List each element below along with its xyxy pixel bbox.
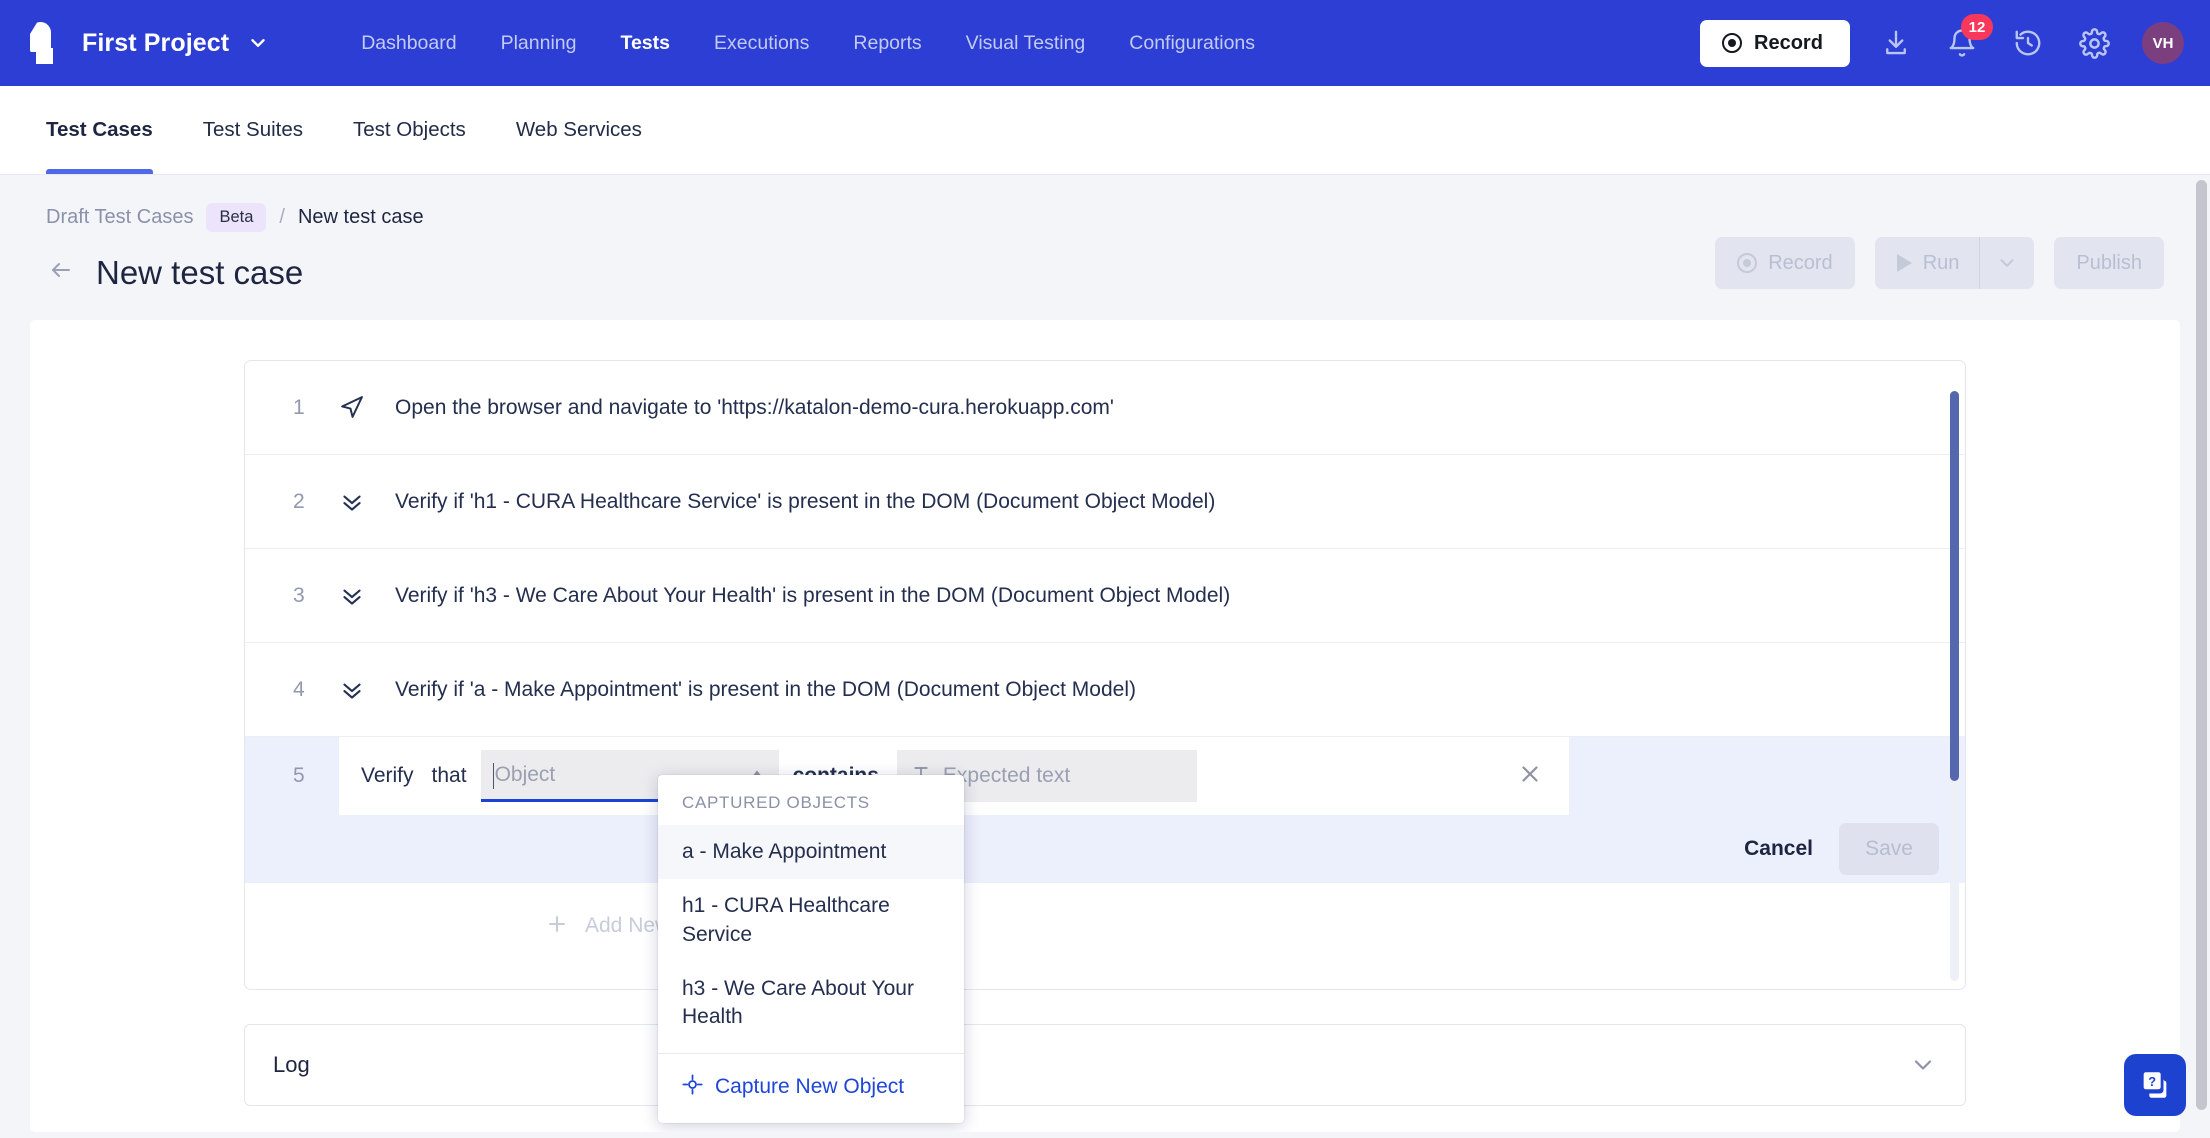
capture-new-object-button[interactable]: Capture New Object — [658, 1054, 964, 1123]
top-nav-actions: Record 12 VH — [1700, 14, 2184, 67]
nav-link-executions[interactable]: Executions — [714, 32, 809, 55]
step-description: Verify if 'h3 - We Care About Your Healt… — [395, 583, 1231, 607]
gear-icon[interactable] — [2074, 23, 2114, 63]
record-test-button[interactable]: Record — [1715, 237, 1855, 289]
chevron-down-icon[interactable] — [247, 32, 269, 54]
publish-button-label: Publish — [2076, 251, 2142, 274]
keyword-that: that — [431, 764, 467, 787]
breadcrumb: Draft Test Cases Beta / New test case — [46, 203, 2164, 232]
tab-test-objects[interactable]: Test Objects — [353, 86, 466, 174]
run-button-group[interactable]: Run — [1874, 237, 2035, 289]
record-dot-icon — [1737, 253, 1758, 273]
object-select-placeholder: Object — [494, 762, 556, 786]
page-scrollbar-thumb[interactable] — [2196, 180, 2207, 1110]
dropdown-item-make-appointment[interactable]: a - Make Appointment — [658, 825, 964, 880]
nav-link-reports[interactable]: Reports — [853, 32, 921, 55]
module-tab-bar: Test Cases Test Suites Test Objects Web … — [0, 86, 2210, 175]
close-icon[interactable] — [1517, 761, 1543, 792]
test-step-editor-row: 5 Verify that Object contains — [245, 737, 1965, 883]
publish-button[interactable]: Publish — [2054, 237, 2164, 289]
captured-objects-dropdown: CAPTURED OBJECTS a - Make Appointment h1… — [658, 775, 964, 1123]
record-dot-icon — [1722, 33, 1742, 53]
log-panel[interactable]: Log — [244, 1024, 1966, 1106]
back-arrow-icon[interactable] — [46, 258, 76, 288]
chevron-down-icon[interactable] — [1909, 1051, 1937, 1079]
clock-history-icon[interactable] — [2008, 23, 2048, 63]
step-number: 5 — [293, 764, 305, 787]
bell-icon[interactable]: 12 — [1942, 14, 1993, 63]
save-button[interactable]: Save — [1839, 823, 1939, 875]
nav-link-tests[interactable]: Tests — [621, 32, 671, 55]
cancel-button[interactable]: Cancel — [1734, 837, 1823, 861]
step-number: 2 — [293, 489, 305, 513]
breadcrumb-root[interactable]: Draft Test Cases — [46, 206, 193, 229]
test-case-canvas: 1 Open the browser and navigate to 'http… — [30, 320, 2180, 1132]
log-panel-label: Log — [273, 1052, 310, 1077]
project-name[interactable]: First Project — [82, 29, 229, 58]
top-navigation-bar: First Project Dashboard Planning Tests E… — [0, 0, 2210, 86]
step-description: Open the browser and navigate to 'https:… — [395, 395, 1114, 419]
record-test-button-label: Record — [1768, 251, 1833, 274]
record-button[interactable]: Record — [1700, 19, 1850, 67]
main-nav-links: Dashboard Planning Tests Executions Repo… — [361, 32, 1255, 55]
table-row[interactable]: 2 Verify if 'h1 - CURA Healthcare Servic… — [245, 455, 1965, 549]
step-number: 3 — [293, 583, 305, 607]
add-new-test-step-button[interactable]: Add New Test Step — [245, 891, 1965, 961]
run-button-label: Run — [1922, 251, 1960, 274]
run-button[interactable]: Run — [1874, 237, 1980, 289]
captured-objects-header: CAPTURED OBJECTS — [682, 793, 870, 812]
verify-icon — [339, 677, 395, 703]
table-row[interactable]: 3 Verify if 'h3 - We Care About Your Hea… — [245, 549, 1965, 643]
step-description: Verify if 'h1 - CURA Healthcare Service'… — [395, 489, 1216, 513]
dropdown-item-we-care-about-your-health[interactable]: h3 - We Care About Your Health — [658, 962, 964, 1045]
header-action-buttons: Record Run Publish — [1715, 237, 2164, 289]
record-button-label: Record — [1754, 31, 1823, 54]
download-icon[interactable] — [1876, 23, 1916, 63]
test-steps-panel: 1 Open the browser and navigate to 'http… — [244, 360, 1966, 990]
nav-link-visual-testing[interactable]: Visual Testing — [966, 32, 1086, 55]
tab-web-services[interactable]: Web Services — [516, 86, 642, 174]
tab-test-suites[interactable]: Test Suites — [203, 86, 303, 174]
breadcrumb-current: New test case — [297, 206, 424, 228]
tab-test-cases[interactable]: Test Cases — [46, 86, 153, 174]
step-number: 4 — [293, 677, 305, 701]
text-caret — [492, 763, 495, 789]
plus-icon — [545, 912, 569, 941]
help-question-icon[interactable]: ? — [2124, 1054, 2186, 1116]
dropdown-item-cura-healthcare-service[interactable]: h1 - CURA Healthcare Service — [658, 879, 964, 962]
page-title: New test case — [96, 254, 304, 291]
table-row[interactable]: 1 Open the browser and navigate to 'http… — [245, 361, 1965, 455]
step-description: Verify if 'a - Make Appointment' is pres… — [395, 677, 1136, 701]
verify-icon — [339, 489, 395, 515]
play-icon — [1896, 254, 1912, 272]
notification-badge: 12 — [1961, 14, 1993, 40]
katalon-logo-icon[interactable] — [26, 22, 60, 64]
steps-scrollbar-thumb[interactable] — [1950, 391, 1959, 781]
crosshair-icon — [682, 1074, 703, 1101]
test-step-editor-actions: Cancel Save — [245, 815, 1965, 883]
svg-text:?: ? — [2148, 1074, 2156, 1089]
avatar[interactable]: VH — [2142, 22, 2184, 64]
nav-link-configurations[interactable]: Configurations — [1129, 32, 1255, 55]
keyword-verify: Verify — [361, 764, 414, 787]
test-steps-scroll-area: 1 Open the browser and navigate to 'http… — [245, 361, 1965, 989]
test-step-editor-fields-row: 5 Verify that Object contains — [245, 737, 1965, 815]
breadcrumb-separator: / — [279, 206, 285, 228]
verify-icon — [339, 583, 395, 609]
table-row[interactable]: 4 Verify if 'a - Make Appointment' is pr… — [245, 643, 1965, 737]
step-number: 1 — [293, 395, 305, 419]
beta-badge: Beta — [206, 203, 267, 232]
capture-new-object-label: Capture New Object — [715, 1075, 905, 1099]
page-subheader: Draft Test Cases Beta / New test case Ne… — [0, 175, 2210, 292]
nav-link-planning[interactable]: Planning — [501, 32, 577, 55]
run-options-chevron-down-icon[interactable] — [1980, 237, 2035, 289]
nav-link-dashboard[interactable]: Dashboard — [361, 32, 456, 55]
navigate-icon — [339, 395, 395, 420]
